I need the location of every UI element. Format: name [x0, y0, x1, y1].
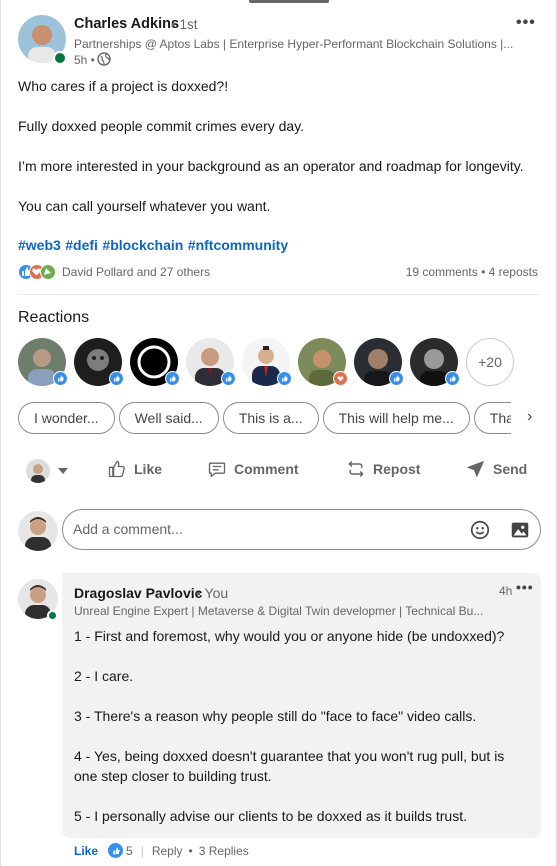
image-icon[interactable] [509, 519, 531, 541]
comment-button[interactable]: Comment [207, 459, 299, 479]
repost-button[interactable]: Repost [346, 459, 420, 479]
post-more-icon[interactable]: ••• [516, 14, 536, 32]
reactor-avatar[interactable] [18, 338, 68, 386]
scroll-indicator [249, 0, 329, 3]
hashtag-link[interactable]: #defi [65, 237, 98, 253]
hashtag-link[interactable]: #nftcommunity [188, 237, 288, 253]
send-icon [467, 461, 484, 477]
like-count-icon [108, 843, 124, 858]
my-avatar [18, 511, 58, 551]
post-time: 5h • [74, 53, 95, 67]
actor-selector[interactable] [26, 459, 68, 483]
suggestion-chip[interactable]: This will help me... [322, 402, 470, 434]
reactor-avatar[interactable] [298, 338, 348, 386]
comment-label: Comment [234, 461, 299, 477]
commenter-tag: • You [196, 585, 229, 601]
comments-reposts-count[interactable]: 19 comments • 4 reposts [406, 265, 538, 279]
like-label: Like [134, 461, 163, 477]
comment-like-button[interactable]: Like [74, 844, 98, 858]
reactor-avatar[interactable] [242, 338, 292, 386]
reaction-icons[interactable] [18, 264, 58, 280]
reaction-summary[interactable]: David Pollard and 27 others [62, 265, 210, 279]
comment-more-icon[interactable]: ••• [516, 579, 534, 595]
comment-composer[interactable] [62, 509, 541, 550]
comment-input[interactable] [73, 521, 453, 537]
suggestion-chip[interactable]: This is a... [222, 402, 319, 434]
post-paragraph-3: I’m more interested in your background a… [18, 158, 524, 174]
online-status-dot [47, 610, 58, 621]
globe-icon [97, 52, 111, 66]
comment-paragraph-5: 5 - I personally advise our clients to b… [74, 808, 467, 824]
like-badge-icon [277, 371, 292, 386]
online-status-dot [53, 51, 67, 65]
hashtag-link[interactable]: #web3 [18, 237, 61, 253]
reactor-avatar[interactable] [410, 338, 460, 386]
comment-icon [208, 462, 226, 478]
separator-dot: • [188, 843, 193, 858]
suggested-replies: I wonder... Well said... This is a... This … [18, 402, 511, 434]
love-badge-icon [333, 371, 348, 386]
comment-paragraph-3: 3 - There's a reason why people still do… [74, 708, 477, 724]
like-badge-icon [389, 371, 404, 386]
reactor-avatar[interactable] [186, 338, 236, 386]
more-reactors-button[interactable]: +20 [466, 338, 514, 386]
commenter-name[interactable]: Dragoslav Pavlovic [74, 585, 202, 601]
celebrate-reaction-icon [40, 264, 56, 280]
comment-paragraph-4: 4 - Yes, being doxxed doesn't guarantee … [74, 748, 505, 784]
chevron-right-icon[interactable]: › [527, 408, 532, 426]
author-headline: Partnerships @ Aptos Labs | Enterprise H… [74, 37, 514, 51]
comment-paragraph-2: 2 - I care. [74, 668, 134, 684]
repost-icon [348, 460, 364, 478]
like-badge-icon [221, 371, 236, 386]
like-badge-icon [109, 371, 124, 386]
reactions-title: Reactions [18, 309, 90, 326]
hashtag-list: #web3 #defi #blockchain #nftcommunity [18, 237, 288, 255]
suggestion-chip[interactable]: I wonder... [18, 402, 115, 434]
caret-down-icon [58, 468, 68, 474]
send-button[interactable]: Send [466, 459, 527, 479]
reactor-avatar[interactable] [354, 338, 404, 386]
comment-footer: Like 5 | Reply • 3 Replies [74, 843, 249, 858]
like-badge-icon [53, 371, 68, 386]
comment-time: 4h [499, 584, 513, 598]
like-badge-icon [165, 371, 180, 386]
actor-avatar [26, 459, 50, 483]
comment-paragraph-1: 1 - First and foremost, why would you or… [74, 628, 505, 644]
like-button[interactable]: Like [107, 459, 162, 479]
like-badge-icon [445, 371, 460, 386]
hashtag-link[interactable]: #blockchain [102, 237, 183, 253]
post-card: Charles Adkins • 1st Partnerships @ Apto… [0, 0, 557, 866]
separator: | [140, 843, 144, 858]
comment-replies-link[interactable]: 3 Replies [199, 844, 249, 858]
post-paragraph-1: Who cares if a project is doxxed?! [18, 78, 229, 94]
divider [18, 294, 539, 295]
post-action-bar: Like Comment Repost Send [1, 455, 557, 487]
author-name[interactable]: Charles Adkins [74, 16, 179, 32]
thumbs-up-icon [108, 460, 125, 478]
emoji-icon[interactable] [469, 519, 491, 541]
comment-reply-button[interactable]: Reply [152, 844, 183, 858]
reactor-avatar[interactable] [74, 338, 124, 386]
commenter-headline: Unreal Engine Expert | Metaverse & Digit… [74, 604, 484, 618]
post-paragraph-2: Fully doxxed people commit crimes every … [18, 118, 305, 134]
post-paragraph-4: You can call yourself whatever you want. [18, 198, 271, 214]
send-label: Send [493, 461, 528, 477]
connection-degree: • 1st [171, 17, 198, 32]
comment-like-count[interactable]: 5 [126, 844, 133, 858]
comment-bubble: Dragoslav Pavlovic • You Unreal Engine E… [62, 573, 541, 838]
suggestion-chip[interactable]: Well said... [118, 402, 219, 434]
suggestion-chip[interactable]: Thanks [473, 402, 511, 434]
reactor-avatar[interactable] [130, 338, 180, 386]
repost-label: Repost [373, 461, 421, 477]
